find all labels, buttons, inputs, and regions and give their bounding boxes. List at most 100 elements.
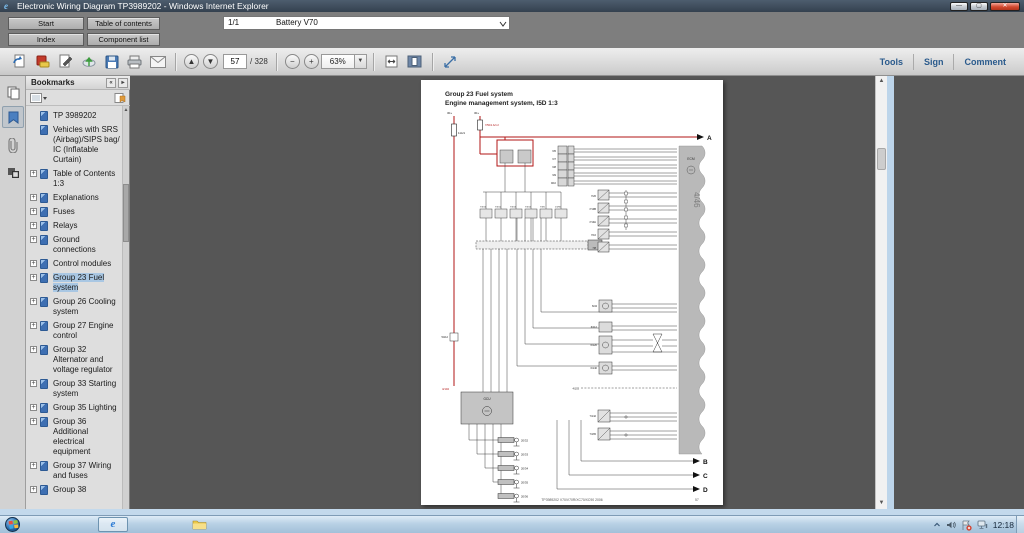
svg-text:7/5/5: 7/5/5	[540, 207, 546, 209]
expander-icon[interactable]: +	[30, 194, 37, 201]
ie-taskbar-button[interactable]: e	[98, 517, 128, 532]
diagram-select[interactable]: 1/1 Battery V70	[223, 16, 510, 30]
scroll-up-icon[interactable]: ▲	[123, 106, 129, 114]
expander-icon[interactable]: +	[30, 346, 37, 353]
zoom-dropdown-button[interactable]: ▼	[355, 54, 367, 69]
new-bookmark-icon[interactable]	[114, 93, 126, 103]
taskbar-clock[interactable]: 12:18	[993, 520, 1014, 530]
start-nav-button[interactable]: Start	[8, 17, 84, 30]
app-toolbar: Start Table of contents Index Component …	[0, 12, 1024, 48]
svg-text:7/142: 7/142	[590, 414, 597, 418]
tray-expand-icon[interactable]	[933, 521, 941, 529]
scroll-up-icon[interactable]: ▲	[876, 76, 887, 87]
taskbar: e 12:18	[0, 515, 1024, 533]
fit-page-button[interactable]	[405, 53, 424, 71]
scroll-down-icon[interactable]: ▼	[876, 498, 887, 509]
start-button[interactable]	[5, 517, 20, 532]
expander-icon[interactable]: +	[30, 170, 37, 177]
attachments-icon[interactable]	[2, 134, 24, 156]
bookmarks-scrollbar[interactable]: ▲	[122, 106, 129, 509]
bookmark-page-icon	[40, 321, 48, 331]
expander-icon[interactable]: +	[30, 462, 37, 469]
component-list-button[interactable]: Component list	[87, 33, 160, 46]
open-file-icon[interactable]	[10, 53, 29, 71]
tools-button[interactable]: Tools	[870, 57, 913, 67]
bookmark-item[interactable]: +Ground connections	[26, 233, 130, 257]
expander-icon[interactable]: +	[30, 274, 37, 281]
bookmark-item[interactable]: +Group 35 Lighting	[26, 401, 130, 415]
index-button[interactable]: Index	[8, 33, 84, 46]
bookmark-item[interactable]: TP 3989202	[26, 109, 130, 123]
zoom-level-box[interactable]: 63%	[321, 54, 355, 69]
bookmark-item[interactable]: +Group 37 Wiring and fuses	[26, 459, 130, 483]
bookmark-page-icon	[40, 417, 48, 427]
bookmark-item[interactable]: +Explanations	[26, 191, 130, 205]
expander-icon[interactable]: +	[30, 222, 37, 229]
fullscreen-button[interactable]	[441, 53, 460, 71]
next-page-button[interactable]: ▼	[203, 54, 218, 69]
svg-text:7/26: 7/26	[591, 194, 597, 198]
email-icon[interactable]	[148, 53, 167, 71]
bookmark-item[interactable]: Vehicles with SRS (Airbag)/SIPS bag/ IC …	[26, 123, 130, 167]
zoom-in-button[interactable]: +	[304, 54, 319, 69]
bookmark-item[interactable]: +Group 38	[26, 483, 130, 497]
save-icon[interactable]	[102, 53, 121, 71]
wiring-lines	[469, 149, 693, 496]
expander-icon[interactable]: +	[30, 208, 37, 215]
svg-text:7/5/11: 7/5/11	[525, 207, 532, 209]
expander-icon[interactable]: +	[30, 236, 37, 243]
volume-icon[interactable]	[946, 520, 956, 530]
action-center-icon[interactable]	[961, 520, 972, 531]
explorer-taskbar-button[interactable]	[186, 517, 212, 532]
scrollbar-thumb[interactable]	[123, 184, 129, 242]
expander-icon[interactable]: +	[30, 260, 37, 267]
table-of-contents-button[interactable]: Table of contents	[87, 17, 160, 30]
expander-icon[interactable]: +	[30, 418, 37, 425]
scrollbar-thumb[interactable]	[877, 148, 886, 170]
signatures-icon[interactable]	[2, 162, 24, 184]
comment-button[interactable]: Comment	[954, 57, 1016, 67]
print-icon[interactable]	[125, 53, 144, 71]
zoom-out-button[interactable]: −	[285, 54, 300, 69]
network-icon[interactable]	[977, 520, 988, 530]
collapse-panel-icon[interactable]: «	[106, 78, 116, 88]
minimize-button[interactable]: —	[950, 2, 968, 11]
expander-icon[interactable]: +	[30, 322, 37, 329]
work-area: Bookmarks « ▸ TP 3989202 Vehicles with S…	[0, 76, 1024, 509]
expander-icon[interactable]: +	[30, 486, 37, 493]
bookmark-item[interactable]: +Group 33 Starting system	[26, 377, 130, 401]
pdf-create-icon[interactable]	[33, 53, 52, 71]
svg-text:7/5/10: 7/5/10	[480, 207, 487, 209]
expander-icon[interactable]: +	[30, 298, 37, 305]
page-number-input[interactable]	[223, 54, 247, 69]
expander-icon[interactable]: +	[30, 404, 37, 411]
bookmark-item[interactable]: +Control modules	[26, 257, 130, 271]
bookmark-item[interactable]: +Table of Contents 1:3	[26, 167, 130, 191]
cloud-upload-icon[interactable]	[79, 53, 98, 71]
maximize-button[interactable]: ▢	[970, 2, 988, 11]
bookmark-item[interactable]: +Group 32 Alternator and voltage regulat…	[26, 343, 130, 377]
document-scrollbar[interactable]: ▲ ▼	[875, 76, 887, 509]
bookmark-item-selected[interactable]: +Group 23 Fuel system	[26, 271, 130, 295]
close-button[interactable]: ✕	[990, 2, 1020, 11]
sign-page-icon[interactable]	[56, 53, 75, 71]
panel-menu-icon[interactable]: ▸	[118, 78, 128, 88]
sign-button[interactable]: Sign	[914, 57, 954, 67]
bookmark-item[interactable]: +Group 27 Engine control	[26, 319, 130, 343]
expander-icon[interactable]: +	[30, 380, 37, 387]
previous-page-button[interactable]: ▲	[184, 54, 199, 69]
page-footer-left: TP3989202 V70/V70R/XC70/XC90 2006	[541, 498, 602, 502]
fit-width-button[interactable]	[382, 53, 401, 71]
bookmark-page-icon	[40, 111, 48, 121]
pdf-page: Group 23 Fuel system Engine management s…	[421, 80, 723, 505]
bookmark-options-icon[interactable]	[30, 93, 48, 103]
bookmark-item[interactable]: +Group 26 Cooling system	[26, 295, 130, 319]
svg-text:6/120: 6/120	[591, 343, 598, 347]
bookmarks-icon[interactable]	[2, 106, 24, 128]
bookmark-item[interactable]: +Relays	[26, 219, 130, 233]
page-thumbnails-icon[interactable]	[2, 82, 24, 104]
show-desktop-button[interactable]	[1016, 516, 1024, 533]
ecm-ref-label: 4/46	[692, 192, 701, 208]
bookmark-item[interactable]: +Fuses	[26, 205, 130, 219]
bookmark-item[interactable]: +Group 36 Additional electrical equipmen…	[26, 415, 130, 459]
